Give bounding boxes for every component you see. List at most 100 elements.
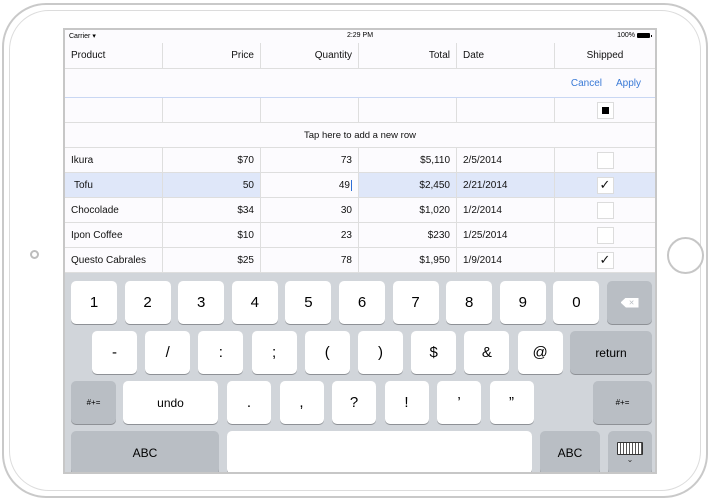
shipped-checkbox[interactable]: ✓ xyxy=(596,251,614,269)
column-header-price[interactable]: Price xyxy=(163,43,261,68)
punctuation-key[interactable]: ? xyxy=(332,381,376,424)
cell-product[interactable]: Ikura xyxy=(65,148,163,172)
battery-icon xyxy=(637,33,652,38)
cell-quantity[interactable]: 73 xyxy=(261,148,359,172)
punctuation-key[interactable]: . xyxy=(227,381,271,424)
cell-date[interactable]: 2/5/2014 xyxy=(457,148,555,172)
cell-total[interactable]: $1,950 xyxy=(359,248,457,272)
key-3[interactable]: 4 xyxy=(231,281,278,324)
cell-date-text: 2/5/2014 xyxy=(463,154,502,166)
column-header-date[interactable]: Date xyxy=(457,43,555,68)
column-header-quantity[interactable]: Quantity xyxy=(261,43,359,68)
battery-indicator: 100% xyxy=(617,32,652,39)
key-6[interactable]: 7 xyxy=(392,281,439,324)
filter-cell-price[interactable] xyxy=(163,98,261,122)
undo-key[interactable]: undo xyxy=(123,381,218,424)
punctuation-key[interactable]: ” xyxy=(489,381,534,424)
cell-total-text: $1,950 xyxy=(419,254,450,266)
cell-product[interactable]: Tofu xyxy=(65,173,163,197)
cell-quantity-text: 78 xyxy=(340,254,352,266)
on-screen-keyboard: ✕ return #+= undo #+= ABC ABC ⌄ 12345678… xyxy=(65,273,655,472)
cell-total[interactable]: $230 xyxy=(359,223,457,247)
cell-product-text: Questo Cabrales xyxy=(71,254,147,266)
symbol-key[interactable]: ; xyxy=(251,331,297,374)
return-key[interactable]: return xyxy=(570,331,652,374)
symbol-key[interactable]: @ xyxy=(517,331,563,374)
cell-total[interactable]: $2,450 xyxy=(359,173,457,197)
add-new-row-button[interactable]: Tap here to add a new row xyxy=(65,123,655,148)
symbol-key[interactable]: / xyxy=(145,331,191,374)
symbol-key[interactable]: - xyxy=(92,331,137,374)
cell-shipped xyxy=(555,223,655,247)
cell-price[interactable]: $10 xyxy=(163,223,261,247)
column-header-product[interactable]: Product xyxy=(65,43,163,68)
quantity-edit-field[interactable]: 49 xyxy=(261,173,359,197)
shipped-checkbox[interactable] xyxy=(596,226,614,244)
key-4[interactable]: 5 xyxy=(285,281,332,324)
shipped-checkbox[interactable] xyxy=(596,201,614,219)
apply-button[interactable]: Apply xyxy=(616,78,641,89)
cell-quantity[interactable]: 30 xyxy=(261,198,359,222)
key-1[interactable]: 2 xyxy=(124,281,171,324)
key-2[interactable]: 3 xyxy=(178,281,225,324)
cell-price[interactable]: $34 xyxy=(163,198,261,222)
symbol-key[interactable]: ( xyxy=(304,331,350,374)
key-5[interactable]: 6 xyxy=(339,281,385,324)
home-button[interactable] xyxy=(667,237,704,274)
shipped-checkbox[interactable]: ✓ xyxy=(596,176,614,194)
shipped-filter-checkbox[interactable] xyxy=(596,101,614,119)
cell-total[interactable]: $1,020 xyxy=(359,198,457,222)
table-row[interactable]: Tofu 50 49 $2,450 2/21/2014 ✓ xyxy=(65,173,655,198)
cell-price[interactable]: 50 xyxy=(163,173,261,197)
column-header-shipped[interactable]: Shipped xyxy=(555,43,655,68)
space-key[interactable] xyxy=(227,431,532,472)
symbols-key-right[interactable]: #+= xyxy=(593,381,652,424)
cell-date[interactable]: 1/2/2014 xyxy=(457,198,555,222)
key-0[interactable]: 1 xyxy=(71,281,117,324)
column-header-row: Product Price Quantity Total Date Shippe… xyxy=(65,43,655,69)
backspace-key[interactable]: ✕ xyxy=(607,281,652,324)
cancel-button[interactable]: Cancel xyxy=(571,78,602,89)
punctuation-key[interactable]: ’ xyxy=(437,381,481,424)
punctuation-key[interactable]: ! xyxy=(384,381,429,424)
cell-price-text: $70 xyxy=(237,154,254,166)
symbols-key-left[interactable]: #+= xyxy=(71,381,116,424)
cell-date[interactable]: 1/9/2014 xyxy=(457,248,555,272)
cell-date[interactable]: 1/25/2014 xyxy=(457,223,555,247)
table-row[interactable]: Questo Cabrales $25 78 $1,950 1/9/2014 ✓ xyxy=(65,248,655,273)
cell-total-text: $2,450 xyxy=(419,179,450,191)
symbol-key[interactable]: & xyxy=(464,331,510,374)
cell-product[interactable]: Questo Cabrales xyxy=(65,248,163,272)
key-7[interactable]: 8 xyxy=(446,281,493,324)
abc-key-right[interactable]: ABC xyxy=(540,431,600,472)
filter-cell-product[interactable] xyxy=(65,98,163,122)
cell-quantity-text: 49 xyxy=(338,179,350,191)
key-9[interactable]: 0 xyxy=(553,281,600,324)
cell-price[interactable]: $70 xyxy=(163,148,261,172)
cell-price[interactable]: $25 xyxy=(163,248,261,272)
keyboard-dismiss-key[interactable]: ⌄ xyxy=(608,431,652,472)
filter-cell-quantity[interactable] xyxy=(261,98,359,122)
key-8[interactable]: 9 xyxy=(499,281,546,324)
filter-cell-date[interactable] xyxy=(457,98,555,122)
column-header-total[interactable]: Total xyxy=(359,43,457,68)
filter-cell-total[interactable] xyxy=(359,98,457,122)
table-row[interactable]: Ipon Coffee $10 23 $230 1/25/2014 xyxy=(65,223,655,248)
table-row[interactable]: Ikura $70 73 $5,110 2/5/2014 xyxy=(65,148,655,173)
symbol-key[interactable]: $ xyxy=(411,331,457,374)
table-row[interactable]: Chocolade $34 30 $1,020 1/2/2014 xyxy=(65,198,655,223)
cell-product[interactable]: Ipon Coffee xyxy=(65,223,163,247)
text-caret xyxy=(351,179,352,191)
checkmark-icon: ✓ xyxy=(599,252,611,267)
cell-date[interactable]: 2/21/2014 xyxy=(457,173,555,197)
cell-total[interactable]: $5,110 xyxy=(359,148,457,172)
shipped-checkbox[interactable] xyxy=(596,151,614,169)
cell-product[interactable]: Chocolade xyxy=(65,198,163,222)
symbol-key[interactable]: : xyxy=(198,331,244,374)
backspace-icon: ✕ xyxy=(620,297,639,308)
cell-quantity[interactable]: 78 xyxy=(261,248,359,272)
symbol-key[interactable]: ) xyxy=(358,331,403,374)
cell-quantity[interactable]: 23 xyxy=(261,223,359,247)
abc-key-left[interactable]: ABC xyxy=(71,431,219,472)
punctuation-key[interactable]: , xyxy=(279,381,324,424)
